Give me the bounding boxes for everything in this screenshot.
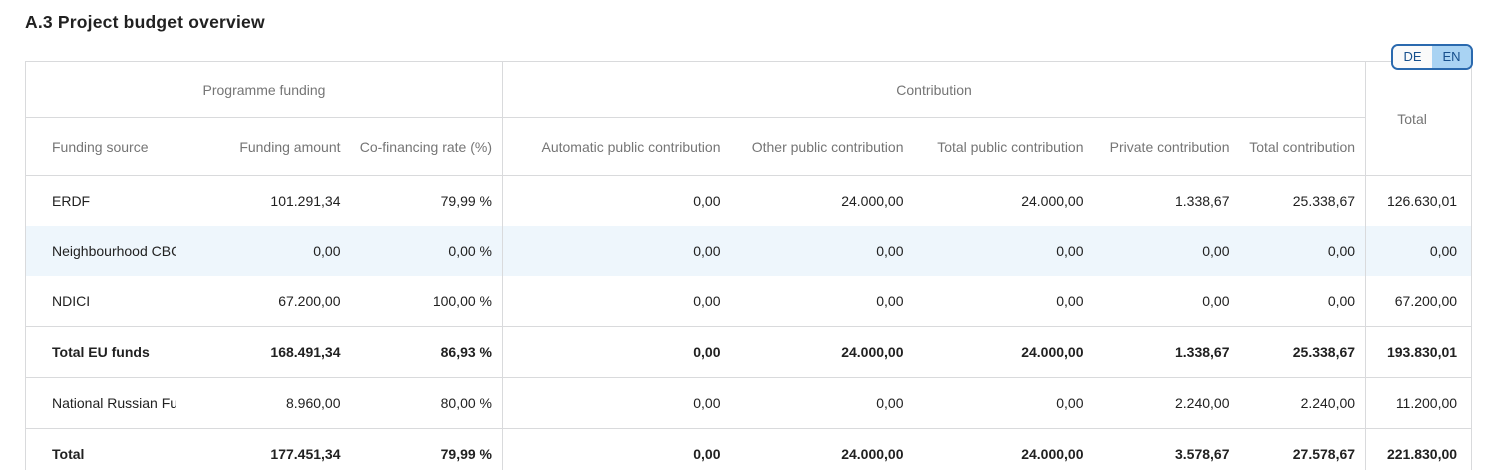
- table-row-neighbourhood-cbc: Neighbourhood CBC 0,00 0,00 % 0,00 0,00 …: [26, 226, 1472, 276]
- amount-cell: 8.960,00: [176, 378, 351, 429]
- funding-source-cell: Total: [26, 429, 176, 470]
- amount-cell: 177.451,34: [176, 429, 351, 470]
- group-header-contribution: Contribution: [503, 62, 1366, 118]
- amount-cell: 0,00: [503, 429, 731, 470]
- column-header-total-public-contribution: Total public contribution: [914, 118, 1094, 176]
- lang-de-button[interactable]: DE: [1393, 46, 1432, 68]
- amount-cell: 3.578,67: [1094, 429, 1240, 470]
- column-header-total-contribution: Total contribution: [1240, 118, 1366, 176]
- funding-source-cell: ERDF: [26, 176, 176, 227]
- funding-source-cell: Neighbourhood CBC: [26, 226, 176, 276]
- amount-cell: 24.000,00: [731, 327, 914, 378]
- funding-source-cell: National Russian Fund: [26, 378, 176, 429]
- amount-cell: 0,00: [1240, 276, 1366, 327]
- amount-cell: 0,00: [503, 226, 731, 276]
- amount-cell: 2.240,00: [1094, 378, 1240, 429]
- total-cell: 221.830,00: [1366, 429, 1472, 470]
- column-header-private-contribution: Private contribution: [1094, 118, 1240, 176]
- column-header-funding-source: Funding source: [26, 118, 176, 176]
- total-cell: 193.830,01: [1366, 327, 1472, 378]
- amount-cell: 27.578,67: [1240, 429, 1366, 470]
- amount-cell: 0,00 %: [351, 226, 503, 276]
- amount-cell: 0,00: [914, 378, 1094, 429]
- table-row-erdf: ERDF 101.291,34 79,99 % 0,00 24.000,00 2…: [26, 176, 1472, 227]
- amount-cell: 0,00: [914, 226, 1094, 276]
- amount-cell: 24.000,00: [914, 429, 1094, 470]
- amount-cell: 0,00: [1094, 226, 1240, 276]
- column-header-funding-amount: Funding amount: [176, 118, 351, 176]
- page: A.3 Project budget overview DE EN Progra…: [0, 0, 1500, 470]
- amount-cell: 1.338,67: [1094, 327, 1240, 378]
- total-cell: 126.630,01: [1366, 176, 1472, 227]
- amount-cell: 0,00: [503, 176, 731, 227]
- table-row-ndici: NDICI 67.200,00 100,00 % 0,00 0,00 0,00 …: [26, 276, 1472, 327]
- amount-cell: 0,00: [176, 226, 351, 276]
- group-header-row: Programme funding Contribution Total: [26, 62, 1472, 118]
- language-toggle: DE EN: [1391, 44, 1473, 70]
- total-cell: 67.200,00: [1366, 276, 1472, 327]
- amount-cell: 24.000,00: [914, 327, 1094, 378]
- funding-source-cell: NDICI: [26, 276, 176, 327]
- total-cell: 0,00: [1366, 226, 1472, 276]
- amount-cell: 79,99 %: [351, 176, 503, 227]
- amount-cell: 0,00: [731, 276, 914, 327]
- amount-cell: 2.240,00: [1240, 378, 1366, 429]
- budget-table: Programme funding Contribution Total Fun…: [25, 61, 1472, 470]
- column-header-row: Funding source Funding amount Co-financi…: [26, 118, 1472, 176]
- amount-cell: 0,00: [731, 378, 914, 429]
- funding-source-cell: Total EU funds: [26, 327, 176, 378]
- amount-cell: 24.000,00: [731, 429, 914, 470]
- amount-cell: 168.491,34: [176, 327, 351, 378]
- amount-cell: 67.200,00: [176, 276, 351, 327]
- table-row-total: Total 177.451,34 79,99 % 0,00 24.000,00 …: [26, 429, 1472, 470]
- amount-cell: 0,00: [503, 378, 731, 429]
- amount-cell: 0,00: [1094, 276, 1240, 327]
- amount-cell: 0,00: [914, 276, 1094, 327]
- amount-cell: 80,00 %: [351, 378, 503, 429]
- amount-cell: 101.291,34: [176, 176, 351, 227]
- amount-cell: 100,00 %: [351, 276, 503, 327]
- amount-cell: 79,99 %: [351, 429, 503, 470]
- amount-cell: 86,93 %: [351, 327, 503, 378]
- amount-cell: 0,00: [1240, 226, 1366, 276]
- page-title: A.3 Project budget overview: [25, 12, 265, 33]
- amount-cell: 1.338,67: [1094, 176, 1240, 227]
- group-header-programme-funding: Programme funding: [26, 62, 503, 118]
- lang-en-button[interactable]: EN: [1432, 46, 1471, 68]
- total-cell: 11.200,00: [1366, 378, 1472, 429]
- amount-cell: 25.338,67: [1240, 176, 1366, 227]
- amount-cell: 24.000,00: [914, 176, 1094, 227]
- table-row-total-eu-funds: Total EU funds 168.491,34 86,93 % 0,00 2…: [26, 327, 1472, 378]
- column-header-other-public-contribution: Other public contribution: [731, 118, 914, 176]
- amount-cell: 0,00: [503, 327, 731, 378]
- amount-cell: 0,00: [731, 226, 914, 276]
- table-row-national-russian-fund: National Russian Fund 8.960,00 80,00 % 0…: [26, 378, 1472, 429]
- amount-cell: 0,00: [503, 276, 731, 327]
- amount-cell: 25.338,67: [1240, 327, 1366, 378]
- column-header-automatic-public-contribution: Automatic public contribution: [503, 118, 731, 176]
- column-header-cofinancing-rate: Co-financing rate (%): [351, 118, 503, 176]
- column-header-total: Total: [1366, 62, 1472, 176]
- amount-cell: 24.000,00: [731, 176, 914, 227]
